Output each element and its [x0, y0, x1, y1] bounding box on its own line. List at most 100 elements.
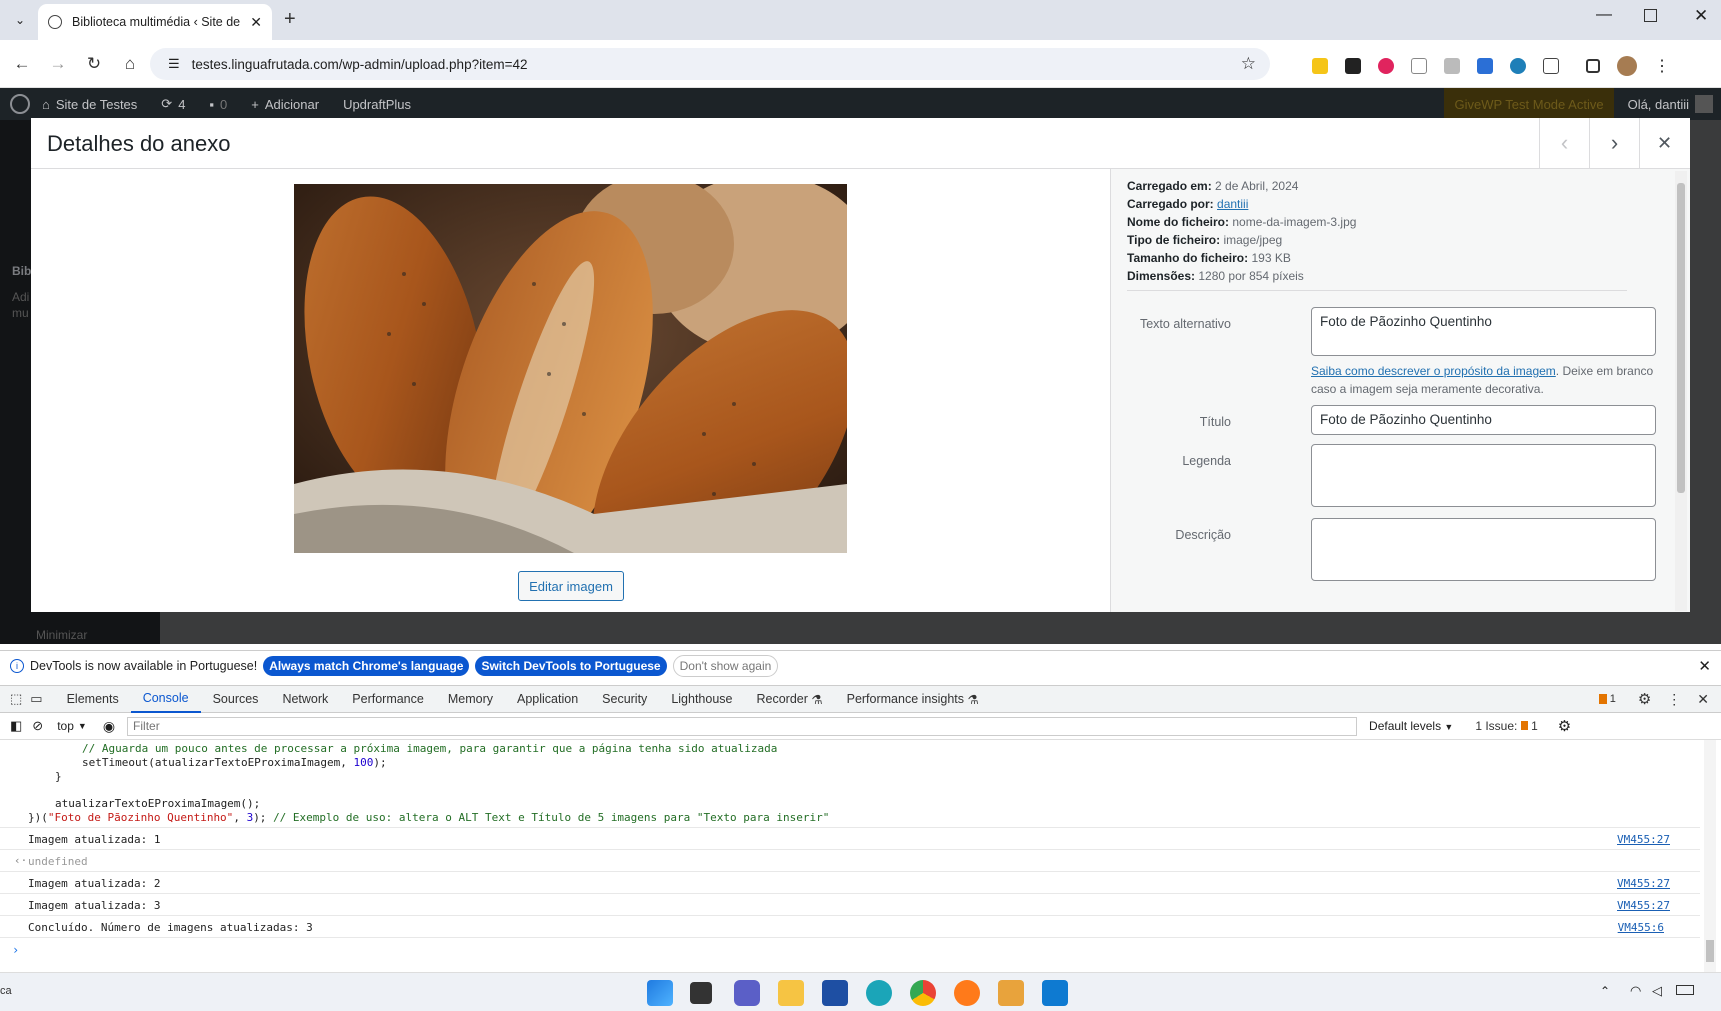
console-scrollbar[interactable] [1704, 740, 1716, 972]
description-field[interactable] [1311, 518, 1656, 581]
extension-red-icon[interactable] [1378, 58, 1394, 74]
title-field[interactable]: Foto de Pãozinho Quentinho [1311, 405, 1656, 435]
site-info-icon[interactable]: ☰ [168, 56, 180, 72]
dont-show-again-button[interactable]: Don't show again [672, 654, 779, 677]
reload-icon[interactable]: ↻ [82, 52, 106, 76]
devtools-menu-icon[interactable]: ⋮ [1667, 691, 1681, 708]
alt-text-help-link[interactable]: Saiba como descrever o propósito da imag… [1311, 364, 1556, 378]
previous-attachment-button[interactable]: ‹ [1539, 118, 1589, 168]
scrollbar-thumb[interactable] [1706, 940, 1714, 962]
extension-blue-icon[interactable] [1477, 58, 1493, 74]
source-link[interactable]: VM455:27 [1617, 877, 1670, 890]
windows-start-icon[interactable] [647, 980, 673, 1006]
bookmark-star-icon[interactable]: ☆ [1241, 54, 1256, 74]
alt-text-field[interactable]: Foto de Pãozinho Quentinho [1311, 307, 1656, 356]
tab-memory[interactable]: Memory [436, 686, 505, 713]
firefox-icon[interactable] [954, 980, 980, 1006]
tab-sources[interactable]: Sources [201, 686, 271, 713]
side-panel-icon[interactable] [1586, 59, 1600, 73]
file-explorer-icon[interactable] [778, 980, 804, 1006]
clear-console-icon[interactable]: ⊘ [32, 718, 43, 734]
console-prompt-icon[interactable]: › [12, 943, 19, 957]
site-name-link[interactable]: ⌂ Site de Testes [42, 97, 137, 112]
sidebar-sub-item[interactable]: Adi [12, 290, 29, 304]
battery-icon[interactable] [1676, 985, 1694, 995]
tab-network[interactable]: Network [270, 686, 340, 713]
settings-gear-icon[interactable]: ⚙ [1638, 690, 1651, 708]
source-link[interactable]: VM455:6 [1618, 921, 1664, 934]
tab-application[interactable]: Application [505, 686, 590, 713]
givewp-test-mode-badge[interactable]: GiveWP Test Mode Active [1444, 88, 1614, 120]
tab-elements[interactable]: Elements [55, 686, 131, 713]
teams-icon[interactable] [734, 980, 760, 1006]
inspect-element-icon[interactable]: ⬚ [10, 691, 22, 707]
minimize-window-icon[interactable]: — [1596, 6, 1612, 24]
browser-tab[interactable]: Biblioteca multimédia ‹ Site de ✕ [38, 4, 272, 40]
tab-console[interactable]: Console [130, 686, 201, 713]
sidebar-minimize[interactable]: Minimizar [36, 628, 87, 642]
close-tab-icon[interactable]: ✕ [250, 14, 262, 31]
back-icon[interactable]: ← [10, 52, 34, 76]
chrome-icon[interactable] [910, 980, 936, 1006]
issues-link[interactable]: 1 Issue: 1 [1475, 719, 1537, 733]
extension-mask-icon[interactable] [1345, 58, 1361, 74]
chrome-menu-icon[interactable]: ⋮ [1654, 56, 1670, 76]
sidebar-scrollbar[interactable] [1675, 171, 1687, 611]
extensions-puzzle-icon[interactable] [1543, 58, 1559, 74]
tab-performance[interactable]: Performance [340, 686, 436, 713]
source-link[interactable]: VM455:27 [1617, 833, 1670, 846]
context-selector[interactable]: top [57, 719, 74, 733]
caption-field[interactable] [1311, 444, 1656, 507]
home-icon[interactable]: ⌂ [118, 52, 142, 76]
store-icon[interactable] [822, 980, 848, 1006]
volume-icon[interactable]: ◁ [1652, 983, 1662, 999]
console-message-text: Imagem atualizada: 3 [28, 899, 161, 912]
edge-icon[interactable] [866, 980, 892, 1006]
close-devtools-icon[interactable]: ✕ [1697, 691, 1709, 708]
account-menu[interactable]: Olá, dantiii [1628, 95, 1713, 113]
profile-avatar[interactable] [1617, 56, 1637, 76]
sublime-text-icon[interactable] [998, 980, 1024, 1006]
tab-recorder[interactable]: Recorder ⚗ [744, 686, 834, 713]
next-attachment-button[interactable]: › [1589, 118, 1639, 168]
console-filter-input[interactable] [127, 716, 1358, 736]
vscode-icon[interactable] [1042, 980, 1068, 1006]
log-levels-dropdown[interactable]: Default levels ▼ [1369, 719, 1453, 733]
updates-link[interactable]: ⟳ 4 [161, 96, 185, 112]
updraftplus-label: UpdraftPlus [343, 96, 411, 112]
tab-search-chevron-icon[interactable]: ⌄ [10, 10, 30, 30]
issues-counter[interactable]: 1 [1598, 693, 1616, 705]
wordpress-logo-icon[interactable] [10, 94, 30, 114]
edit-image-button[interactable]: Editar imagem [518, 571, 624, 601]
tab-security[interactable]: Security [590, 686, 659, 713]
console-settings-icon[interactable]: ⚙ [1558, 717, 1571, 735]
uploaded-by-link[interactable]: dantiii [1217, 197, 1248, 211]
close-modal-button[interactable]: ✕ [1639, 118, 1689, 168]
extension-code-icon[interactable] [1444, 58, 1460, 74]
updraftplus-link[interactable]: UpdraftPlus [343, 97, 411, 112]
scrollbar-thumb[interactable] [1677, 183, 1685, 493]
tab-lighthouse[interactable]: Lighthouse [659, 686, 744, 713]
device-toolbar-icon[interactable]: ▭ [30, 691, 42, 707]
task-view-icon[interactable] [690, 982, 712, 1004]
address-bar[interactable]: ☰ testes.linguafrutada.com/wp-admin/uplo… [150, 48, 1270, 80]
extension-yellow-icon[interactable] [1312, 58, 1328, 74]
maximize-window-icon[interactable] [1644, 9, 1657, 22]
sidebar-sub-item[interactable]: mu [12, 306, 29, 320]
extension-round-icon[interactable] [1510, 58, 1526, 74]
new-tab-icon[interactable]: + [284, 8, 296, 31]
sidebar-toggle-icon[interactable]: ◧ [10, 718, 22, 734]
close-window-icon[interactable]: ✕ [1694, 6, 1708, 26]
close-infobar-icon[interactable]: ✕ [1698, 657, 1711, 675]
extension-screen-icon[interactable] [1411, 58, 1427, 74]
always-match-language-button[interactable]: Always match Chrome's language [263, 655, 470, 676]
comments-link[interactable]: ▪ 0 [209, 97, 227, 112]
source-link[interactable]: VM455:27 [1617, 899, 1670, 912]
tab-performance-insights[interactable]: Performance insights ⚗ [835, 686, 991, 713]
switch-to-portuguese-button[interactable]: Switch DevTools to Portuguese [475, 655, 667, 676]
forward-icon[interactable]: → [46, 52, 70, 76]
wifi-icon[interactable]: ◠ [1630, 983, 1641, 999]
live-expression-eye-icon[interactable]: ◉ [103, 718, 115, 735]
chevron-up-icon[interactable]: ⌃ [1600, 984, 1610, 998]
add-new-link[interactable]: + Adicionar [251, 97, 319, 112]
